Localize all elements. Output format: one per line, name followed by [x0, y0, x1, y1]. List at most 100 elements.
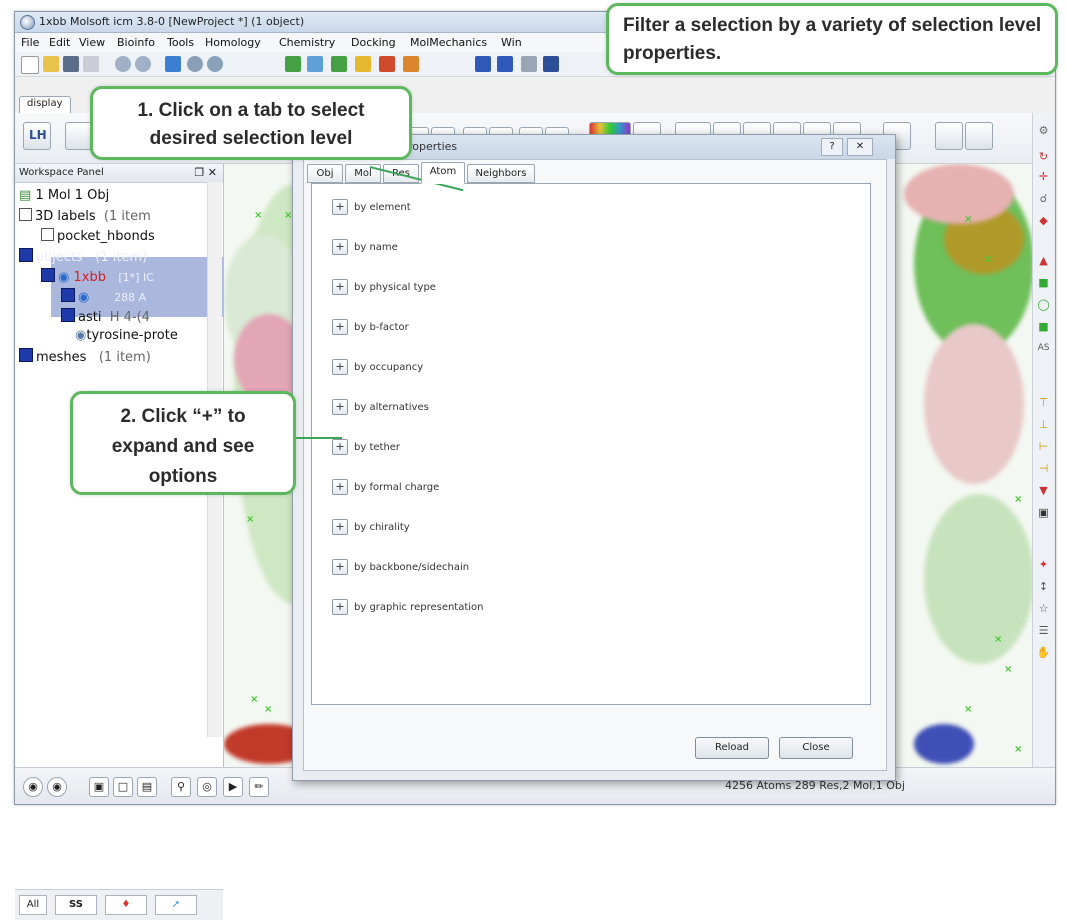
option-by-formal-charge[interactable]: + by formal charge [332, 479, 439, 497]
table-toggle-icon[interactable]: ▤ [137, 777, 157, 797]
zoom-icon[interactable] [187, 56, 203, 72]
molecule-icon[interactable] [285, 56, 301, 72]
close-button[interactable]: Close [779, 737, 853, 759]
option-by-occupancy[interactable]: + by occupancy [332, 359, 423, 377]
menu-molmechanics[interactable]: MolMechanics [410, 36, 487, 49]
expand-plus-icon[interactable]: + [332, 319, 348, 335]
option-by-physical-type[interactable]: + by physical type [332, 279, 436, 297]
menu-bioinfo[interactable]: Bioinfo [117, 36, 155, 49]
tree-subobject[interactable]: ◉ 288 A [61, 288, 146, 305]
chain-icon[interactable] [331, 56, 347, 72]
menu-chemistry[interactable]: Chemistry [279, 36, 335, 49]
expand-plus-icon[interactable]: + [332, 399, 348, 415]
camera-icon[interactable]: ◎ [197, 777, 217, 797]
translate-icon[interactable]: ✛ [1036, 169, 1051, 184]
record-icon[interactable]: ◉ [47, 777, 67, 797]
subobject-checkbox[interactable] [61, 288, 75, 302]
save-view-button[interactable] [935, 122, 963, 150]
window-toggle-icon[interactable]: □ [113, 777, 133, 797]
surface-icon[interactable]: ◯ [1036, 297, 1051, 312]
expand-plus-icon[interactable]: + [332, 479, 348, 495]
option-by-chirality[interactable]: + by chirality [332, 519, 410, 537]
undo-icon[interactable] [115, 56, 131, 72]
expand-plus-icon[interactable]: + [332, 279, 348, 295]
option-by-b-factor[interactable]: + by b-factor [332, 319, 409, 337]
expand-plus-icon[interactable]: + [332, 239, 348, 255]
tab-ss[interactable]: SS [55, 895, 97, 915]
tree-asti[interactable]: asti H 4-(4 [61, 308, 150, 325]
expand-plus-icon[interactable]: + [332, 559, 348, 575]
menu-homology[interactable]: Homology [205, 36, 261, 49]
move-right-icon[interactable]: ⊣ [1036, 461, 1051, 476]
expand-plus-icon[interactable]: + [332, 199, 348, 215]
option-by-backbone-sidechain[interactable]: + by backbone/sidechain [332, 559, 469, 577]
align-icon[interactable] [521, 56, 537, 72]
fasta-icon[interactable] [475, 56, 491, 72]
tree-object-1xbb[interactable]: ◉ 1xbb [1*] IC [41, 268, 154, 285]
tab-all[interactable]: All [19, 895, 47, 915]
tree-meshes[interactable]: meshes (1 item) [19, 348, 151, 365]
dock-icon[interactable] [379, 56, 395, 72]
hand-icon[interactable]: ✋ [1036, 645, 1051, 660]
zoom-out-icon[interactable] [207, 56, 223, 72]
pocket-checkbox[interactable] [41, 228, 54, 241]
new-file-icon[interactable] [21, 56, 39, 74]
draw-button[interactable] [65, 122, 93, 150]
search-tool-icon[interactable]: ⚲ [171, 777, 191, 797]
tab-neighbors[interactable]: Neighbors [467, 164, 535, 183]
tree-objects[interactable]: objects (1 item) [19, 248, 147, 265]
dialog-close-icon[interactable]: ✕ [847, 138, 873, 156]
lh-button[interactable]: LH [23, 122, 51, 150]
move-left-icon[interactable]: ⊢ [1036, 439, 1051, 454]
reset-view-button[interactable] [965, 122, 993, 150]
menu-tools[interactable]: Tools [167, 36, 194, 49]
lock-icon[interactable]: ▣ [1036, 505, 1051, 520]
save-icon[interactable] [63, 56, 79, 72]
star-icon[interactable]: ☆ [1036, 601, 1051, 616]
script-icon[interactable]: ✏ [249, 777, 269, 797]
expand-plus-icon[interactable]: + [332, 519, 348, 535]
print-icon[interactable] [83, 56, 99, 72]
tree-tyrosine[interactable]: ◉tyrosine-prote [75, 328, 178, 343]
label-icon[interactable]: AS [1036, 341, 1051, 356]
ligand-icon[interactable] [355, 56, 371, 72]
expand-plus-icon[interactable]: + [332, 439, 348, 455]
menu-view[interactable]: View [79, 36, 105, 49]
sort-icon[interactable]: ↕ [1036, 579, 1051, 594]
rotate-icon[interactable]: ↻ [1036, 149, 1051, 164]
object-checkbox[interactable] [41, 268, 55, 282]
zoom-icon[interactable]: ☌ [1036, 191, 1051, 206]
option-by-name[interactable]: + by name [332, 239, 398, 257]
screen-icon[interactable] [165, 56, 181, 72]
hierarchy-icon[interactable]: ☰ [1036, 623, 1051, 638]
stop-icon[interactable]: ◉ [23, 777, 43, 797]
option-by-alternatives[interactable]: + by alternatives [332, 399, 429, 417]
option-by-graphic-representation[interactable]: + by graphic representation [332, 599, 484, 617]
asti-checkbox[interactable] [61, 308, 75, 322]
objects-checkbox[interactable] [19, 248, 33, 262]
clip-icon[interactable]: ◆ [1036, 213, 1051, 228]
tab-atom[interactable]: Atom [421, 162, 465, 184]
sequence-icon[interactable] [497, 56, 513, 72]
expand-plus-icon[interactable]: + [332, 359, 348, 375]
option-by-element[interactable]: + by element [332, 199, 411, 217]
menu-edit[interactable]: Edit [49, 36, 70, 49]
residue-icon[interactable] [307, 56, 323, 72]
movie-icon[interactable]: ▶ [223, 777, 243, 797]
color-icon[interactable]: ■ [1036, 275, 1051, 290]
panel-float-close-icons[interactable]: ❐ ✕ [194, 166, 217, 179]
menu-docking[interactable]: Docking [351, 36, 396, 49]
tree-pocket-hbonds[interactable]: pocket_hbonds [41, 228, 155, 244]
menu-windows[interactable]: Win [501, 36, 522, 49]
menu-file[interactable]: File [21, 36, 39, 49]
labels-checkbox[interactable] [19, 208, 32, 221]
option-by-tether[interactable]: + by tether [332, 439, 400, 457]
tab-surface[interactable]: ♦ [105, 895, 147, 915]
help-button[interactable]: ? [821, 138, 843, 156]
tab-link[interactable]: ➚ [155, 895, 197, 915]
move-down-icon[interactable]: ⊥ [1036, 417, 1051, 432]
meshes-checkbox[interactable] [19, 348, 33, 362]
expand-plus-icon[interactable]: + [332, 599, 348, 615]
tree-3d-labels[interactable]: 3D labels (1 item [19, 208, 151, 224]
center-icon[interactable]: ▲ [1036, 253, 1051, 268]
